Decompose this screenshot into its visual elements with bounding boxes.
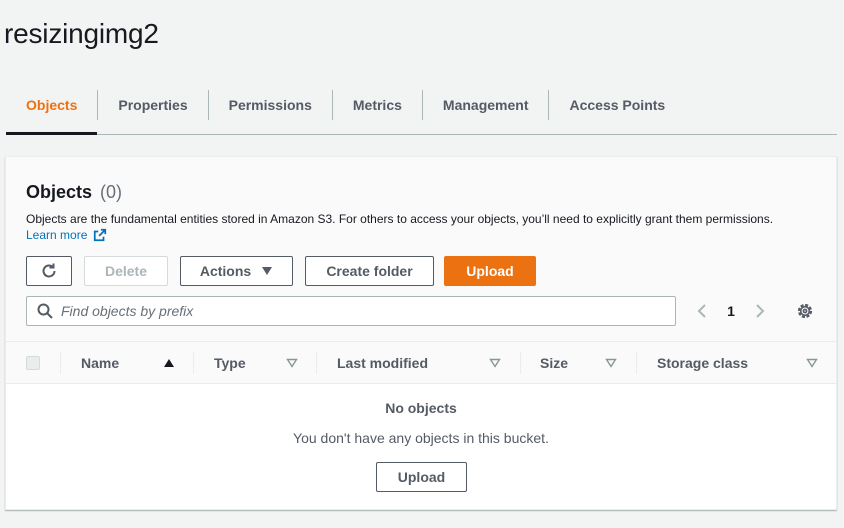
sort-icon[interactable] [489, 342, 501, 384]
tab-objects[interactable]: Objects [6, 84, 98, 135]
column-divider [60, 352, 61, 374]
learn-more-link[interactable]: Learn more [26, 227, 107, 243]
empty-state-title: No objects [385, 400, 457, 416]
column-divider [193, 352, 194, 374]
column-header-type[interactable]: Type [214, 342, 246, 384]
current-page[interactable]: 1 [712, 303, 750, 319]
search-icon [37, 303, 53, 319]
gear-icon[interactable] [795, 301, 815, 321]
column-header-size[interactable]: Size [540, 342, 568, 384]
search-box [26, 296, 676, 326]
objects-count: (0) [100, 182, 123, 202]
caret-down-icon [262, 267, 273, 275]
sort-ascending-icon[interactable] [163, 342, 175, 384]
empty-state-upload-button[interactable]: Upload [376, 462, 467, 492]
sort-icon[interactable] [286, 342, 298, 384]
objects-title-text: Objects [26, 182, 93, 202]
actions-button[interactable]: Actions [180, 256, 293, 286]
chevron-left-icon [697, 304, 706, 318]
pagination: 1 [692, 296, 770, 326]
column-header-name[interactable]: Name [81, 342, 119, 384]
column-divider [636, 352, 637, 374]
tab-bar: Objects Properties Permissions Metrics M… [6, 84, 837, 135]
column-header-storage-class[interactable]: Storage class [657, 342, 748, 384]
select-all-checkbox[interactable] [26, 356, 40, 370]
objects-description: Objects are the fundamental entities sto… [26, 212, 774, 226]
objects-panel: Objects (0) Objects are the fundamental … [5, 156, 837, 510]
table-header: Name Type Last modified Size Storage cla… [6, 342, 836, 384]
tab-metrics[interactable]: Metrics [333, 84, 422, 134]
sort-icon[interactable] [605, 342, 617, 384]
sort-icon[interactable] [806, 342, 818, 384]
column-header-last-modified[interactable]: Last modified [337, 342, 428, 384]
refresh-button[interactable] [26, 256, 72, 286]
page-title: resizingimg2 [4, 18, 159, 49]
search-input[interactable] [61, 303, 651, 319]
tab-access-points[interactable]: Access Points [549, 84, 685, 134]
objects-panel-title: Objects (0) [26, 182, 122, 203]
next-page-button[interactable] [750, 301, 770, 321]
column-divider [316, 352, 317, 374]
chevron-right-icon [756, 304, 765, 318]
tab-properties[interactable]: Properties [98, 84, 207, 134]
refresh-icon [42, 263, 56, 278]
previous-page-button[interactable] [692, 301, 712, 321]
tab-permissions[interactable]: Permissions [209, 84, 332, 134]
actions-label: Actions [199, 263, 252, 279]
delete-button[interactable]: Delete [84, 256, 168, 286]
learn-more-text: Learn more [26, 228, 88, 242]
create-folder-button[interactable]: Create folder [305, 256, 434, 286]
tab-management[interactable]: Management [423, 84, 549, 134]
upload-button[interactable]: Upload [444, 256, 536, 286]
column-divider [520, 352, 521, 374]
external-link-icon [94, 228, 107, 242]
empty-state-description: You don't have any objects in this bucke… [293, 430, 549, 446]
